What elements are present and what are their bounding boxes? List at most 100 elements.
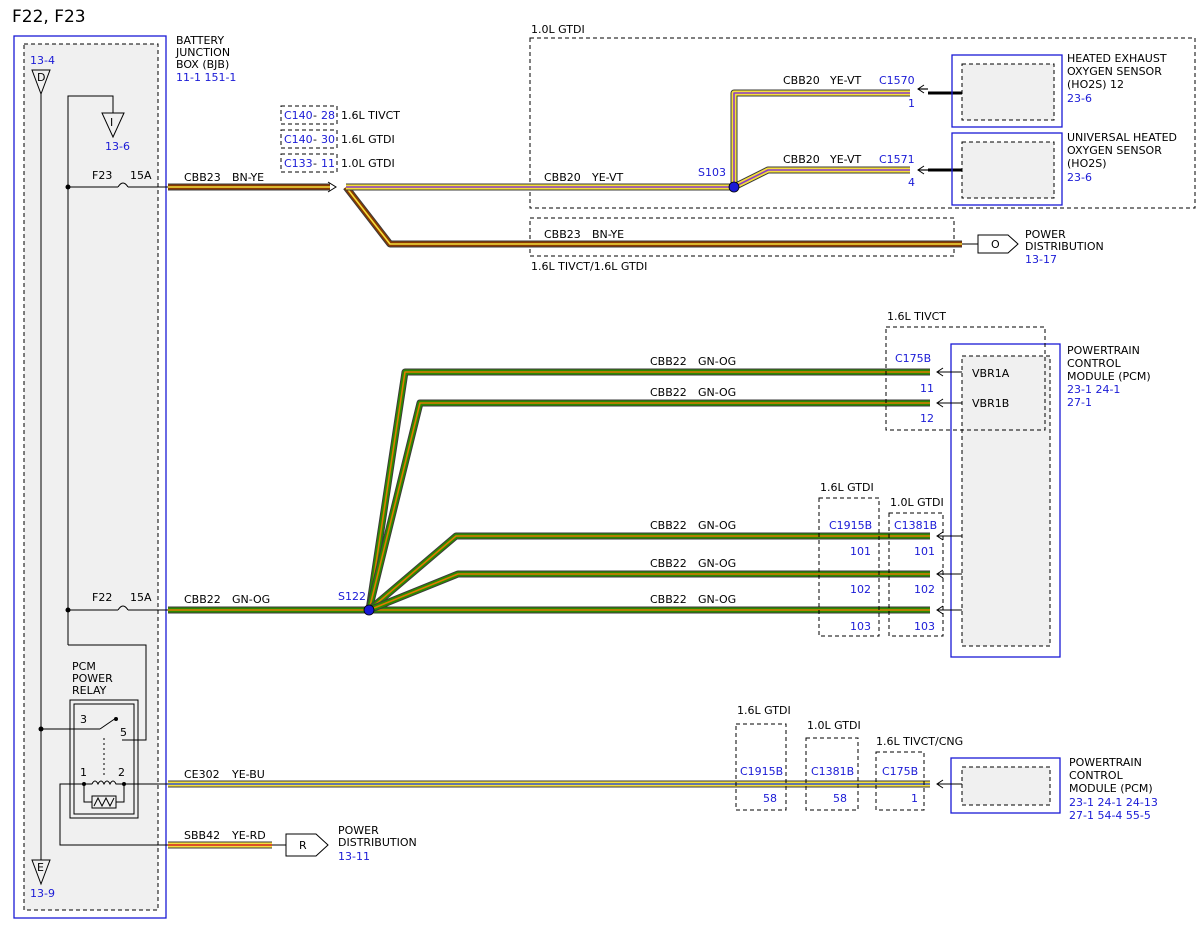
ho2s-ref: 23-6	[1067, 171, 1092, 184]
ho2s12-label-1: HEATED EXHAUST	[1067, 52, 1167, 65]
wire-color-label: GN-OG	[698, 386, 736, 399]
variant-conn-2: C140	[284, 133, 313, 146]
fuse-f22-name: F22	[92, 591, 112, 604]
pcm-lower-inner	[961, 766, 1051, 806]
wire-label: CBB22	[650, 593, 687, 606]
variant-conn-1: C140	[284, 109, 313, 122]
pd-o-letter: O	[991, 238, 1000, 251]
wire-label: CE302	[184, 768, 220, 781]
variant-pin-2: 30	[321, 133, 335, 146]
pcm-lower-label-1: POWERTRAIN	[1069, 756, 1142, 769]
connector-arrow	[936, 569, 962, 579]
pcm-upper-refs-2: 27-1	[1067, 396, 1092, 409]
conn-e-ref: 13-9	[30, 887, 55, 900]
c175b-conn: C175B	[895, 352, 931, 365]
c1381b-pin-102: 102	[914, 583, 935, 596]
ho2s12-label-2: OXYGEN SENSOR	[1067, 65, 1162, 78]
conn-e-letter: E	[37, 861, 44, 874]
relay-pin-3: 3	[80, 713, 87, 726]
pcm-lower-label-2: CONTROL	[1069, 769, 1124, 782]
splice-s103-label: S103	[698, 166, 726, 179]
pcm-lower-pin-1: 58	[763, 792, 777, 805]
c1381b-pin-103: 103	[914, 620, 935, 633]
tivct-label: 1.6L TIVCT	[887, 310, 946, 323]
pd-o-label-2: DISTRIBUTION	[1025, 240, 1104, 253]
wiring-diagram: F22, F23 BATTERY JUNCTION BOX (BJB) 11-1…	[12, 7, 1196, 919]
variant-sep: -	[313, 109, 317, 122]
conn-i-ref: 13-6	[105, 140, 130, 153]
conn-d-letter: D	[37, 71, 45, 84]
bjb-label-line-3: BOX (BJB)	[176, 58, 229, 71]
pcm-lower-refs-1: 23-1 24-1 24-13	[1069, 796, 1158, 809]
connector-arrow	[936, 605, 962, 615]
splice-s122-label: S122	[338, 590, 366, 603]
ho2s12-inner	[961, 63, 1055, 121]
wire-color-label: BN-YE	[592, 228, 624, 241]
junction-dot	[38, 726, 44, 732]
wire-label: CBB22	[650, 355, 687, 368]
wire-group	[168, 89, 962, 849]
pcm-lower-conn-3: C175B	[882, 765, 918, 778]
c1915b-pin-103: 103	[850, 620, 871, 633]
pcm-lower-variant-2: 1.0L GTDI	[807, 719, 861, 732]
ho2s-pin: 4	[908, 176, 915, 189]
splice-s103	[728, 181, 740, 193]
wire-color-label: GN-OG	[698, 557, 736, 570]
splice-s122	[363, 604, 375, 616]
pin-name-vbr1b: VBR1B	[972, 397, 1009, 410]
ho2s12-ref: 23-6	[1067, 92, 1092, 105]
relay-label-line-3: RELAY	[72, 684, 107, 697]
pin-name-vbr1a: VBR1A	[972, 367, 1010, 380]
fuse-f23-name: F23	[92, 169, 112, 182]
wire-label: CBB22	[650, 386, 687, 399]
wire-color-label: GN-OG	[698, 593, 736, 606]
ho2s-label-1: UNIVERSAL HEATED	[1067, 131, 1177, 144]
wire-label: CBB22	[650, 519, 687, 532]
c175b-pin-11: 11	[920, 382, 934, 395]
gtdi16-label: 1.6L GTDI	[820, 481, 874, 494]
branch-box-label: 1.6L TIVCT/1.6L GTDI	[531, 260, 647, 273]
ho2s12-conn: C1570	[879, 74, 915, 87]
pd-r-label-2: DISTRIBUTION	[338, 836, 417, 849]
wire-label: CBB20	[783, 74, 820, 87]
pd-r-letter: R	[299, 839, 307, 852]
wire-label: CBB20	[544, 171, 581, 184]
wire-label: CBB20	[783, 153, 820, 166]
relay-pin-1: 1	[80, 766, 87, 779]
connector-arrow	[936, 367, 962, 377]
c1915b-pin-102: 102	[850, 583, 871, 596]
pcm-lower-refs-2: 27-1 54-4 55-5	[1069, 809, 1151, 822]
pcm-upper-label-2: CONTROL	[1067, 357, 1122, 370]
c1381b-conn: C1381B	[894, 519, 937, 532]
ho2s-conn: C1571	[879, 153, 915, 166]
wire-cbb23-branch-stripe	[345, 186, 962, 245]
variant-conn-3: C133	[284, 157, 313, 170]
variant-label-1: 1.6L TIVCT	[341, 109, 400, 122]
wire-label: CBB22	[184, 593, 221, 606]
pcm-lower-conn-2: C1381B	[811, 765, 854, 778]
ho2s12-label-3: (HO2S) 12	[1067, 78, 1124, 91]
pd-r-ref: 13-11	[338, 850, 370, 863]
conn-i-letter: I	[110, 116, 113, 129]
wire-label: CBB23	[544, 228, 581, 241]
ho2s-label-2: OXYGEN SENSOR	[1067, 144, 1162, 157]
wire-label: CBB23	[184, 171, 221, 184]
connector-arrow	[936, 398, 962, 408]
variant-sep: -	[313, 133, 317, 146]
wire-color-label: BN-YE	[232, 171, 264, 184]
relay-contact	[114, 717, 118, 721]
variant-label-3: 1.0L GTDI	[341, 157, 395, 170]
ho2s-label-3: (HO2S)	[1067, 157, 1107, 170]
pcm-lower-conn-1: C1915B	[740, 765, 783, 778]
variant-label-2: 1.6L GTDI	[341, 133, 395, 146]
variant-sep: -	[313, 157, 317, 170]
pcm-upper-refs-1: 23-1 24-1	[1067, 383, 1120, 396]
variant-pin-3: 11	[321, 157, 335, 170]
pcm-lower-variant-1: 1.6L GTDI	[737, 704, 791, 717]
wire-cbb23-branch-outline	[343, 184, 962, 248]
conn-d-ref: 13-4	[30, 54, 55, 67]
wire-color-label: YE-BU	[231, 768, 265, 781]
pcm-upper-label-1: POWERTRAIN	[1067, 344, 1140, 357]
diagram-title: F22, F23	[12, 7, 86, 27]
wire-color-label: GN-OG	[232, 593, 270, 606]
